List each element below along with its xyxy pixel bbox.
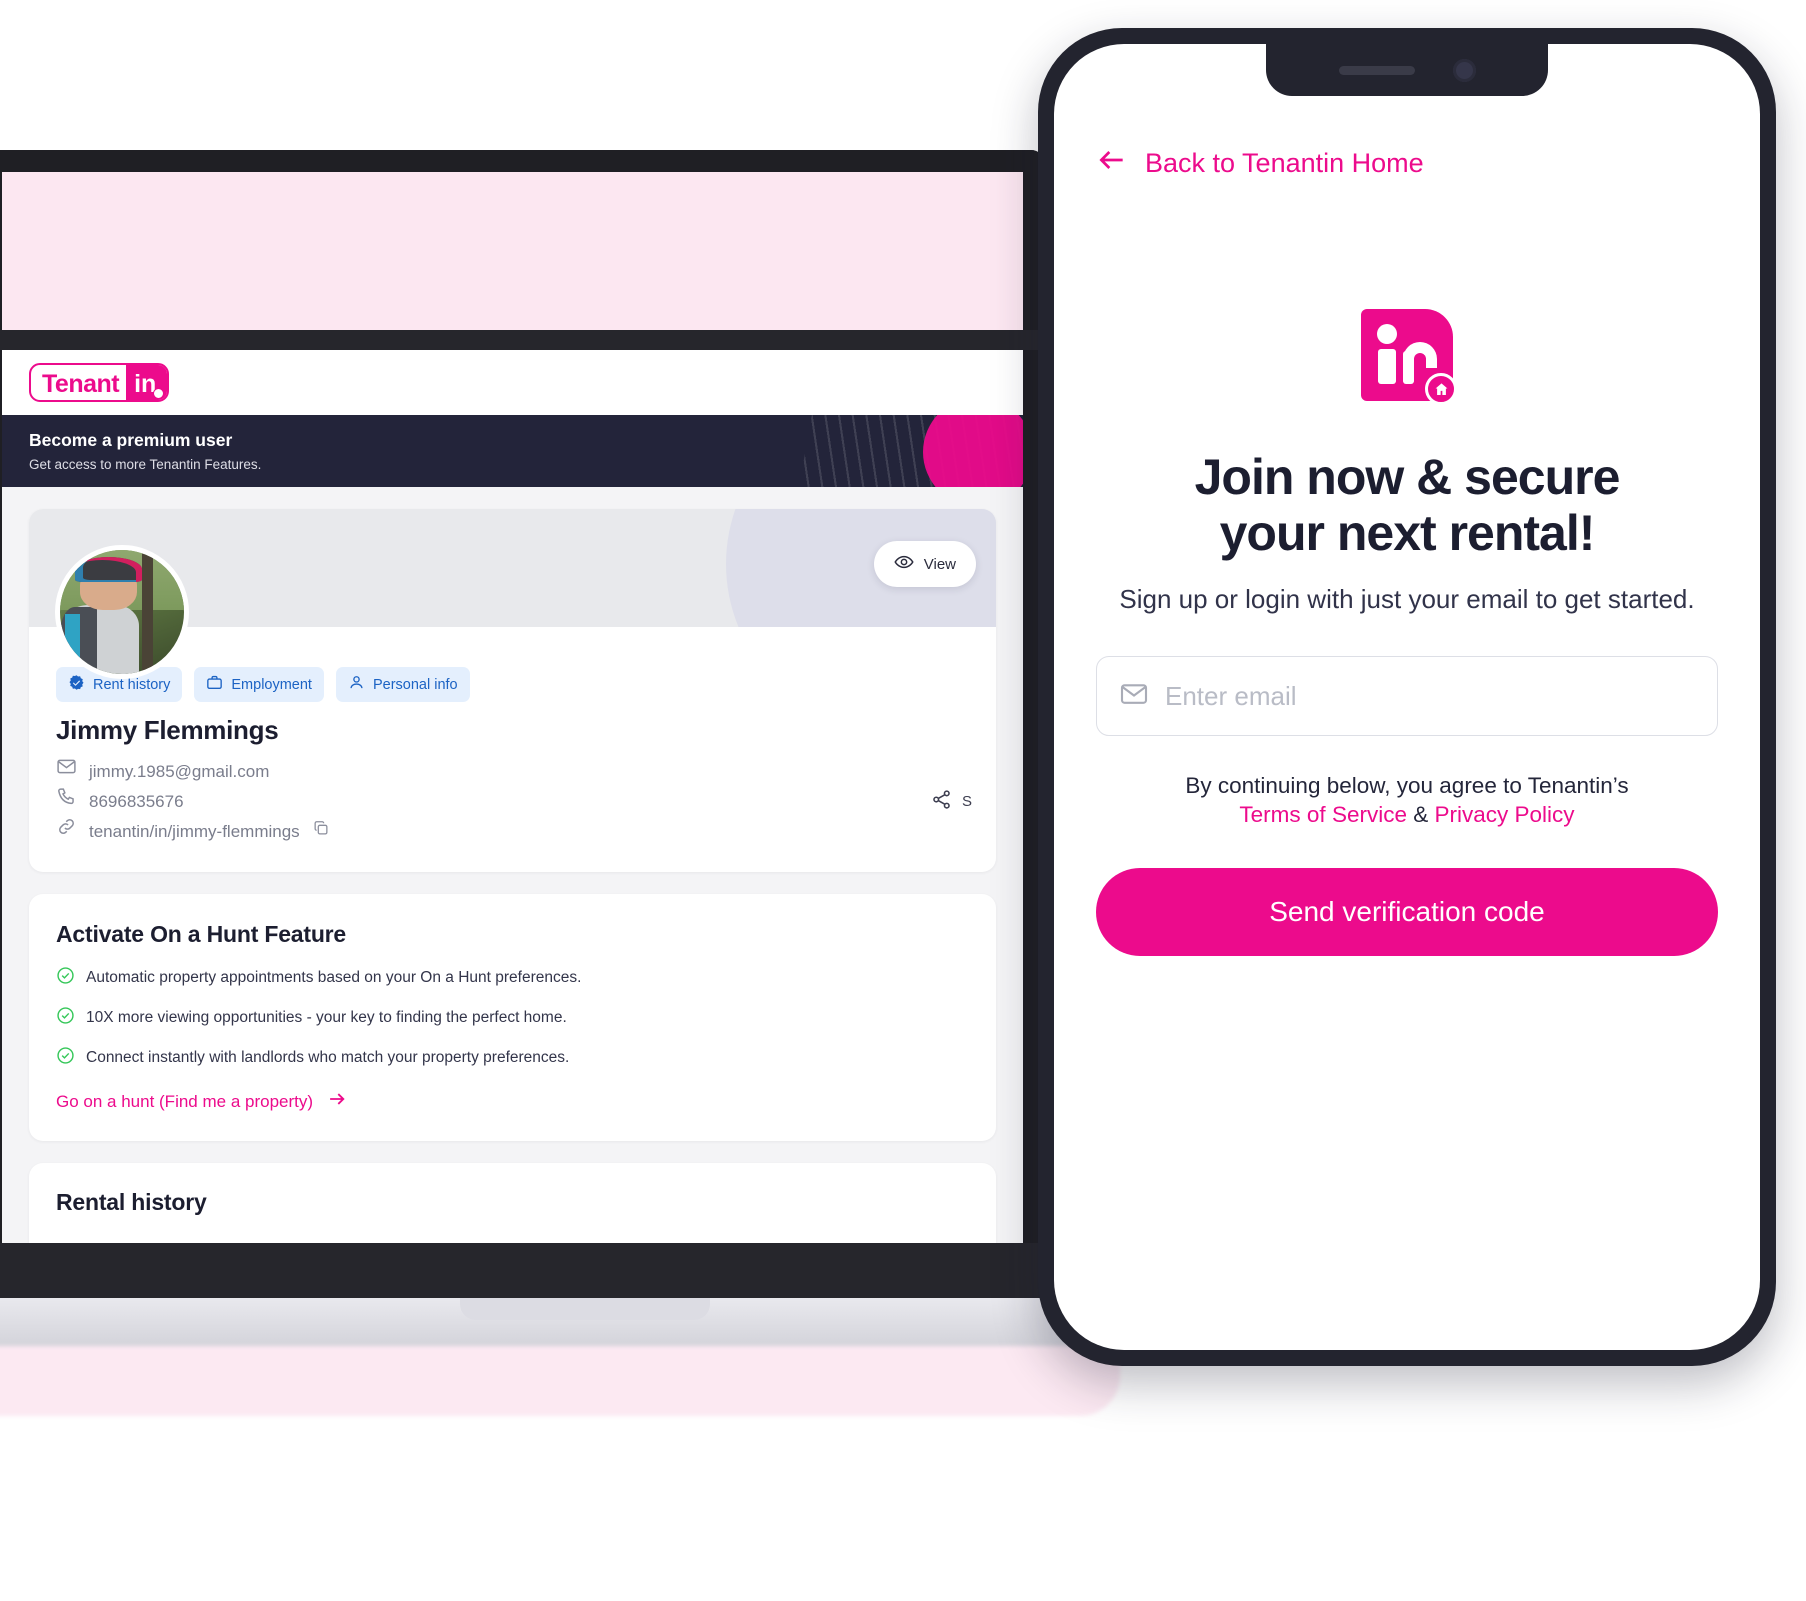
person-icon xyxy=(348,674,365,695)
profile-link: tenantin/in/jimmy-flemmings xyxy=(89,821,300,841)
email-field-wrapper[interactable] xyxy=(1096,656,1718,737)
share-profile-button[interactable]: S xyxy=(931,789,972,814)
camera-icon xyxy=(1452,58,1476,82)
arrow-right-icon xyxy=(326,1088,348,1115)
mail-icon xyxy=(56,756,77,786)
laptop-shadow xyxy=(0,1346,1120,1416)
signup-subheadline: Sign up or login with just your email to… xyxy=(1119,584,1695,614)
arrow-left-icon xyxy=(1096,144,1128,183)
profile-card: View S Rent history Employment Personal … xyxy=(29,509,996,872)
link-icon xyxy=(56,816,77,846)
profile-info: Rent history Employment Personal info Ji… xyxy=(29,627,996,872)
rental-history-title: Rental history xyxy=(56,1189,207,1215)
laptop-base xyxy=(0,1243,1075,1301)
logo-i-dot xyxy=(1377,324,1397,344)
go-on-a-hunt-link[interactable]: Go on a hunt (Find me a property) xyxy=(56,1088,969,1115)
profile-phone-row: 8696835676 xyxy=(56,786,969,816)
profile-chips: Rent history Employment Personal info xyxy=(56,667,969,702)
laptop-trackpad-notch xyxy=(460,1298,710,1320)
hunt-benefit-label: Automatic property appointments based on… xyxy=(86,969,582,986)
chip-personal-info[interactable]: Personal info xyxy=(335,667,470,702)
phone-icon xyxy=(56,786,77,816)
copy-icon[interactable] xyxy=(312,817,330,846)
go-on-a-hunt-label: Go on a hunt (Find me a property) xyxy=(56,1091,314,1111)
terms-separator: & xyxy=(1413,802,1429,828)
terms-prefix: By continuing below, you agree to Tenant… xyxy=(1185,773,1629,799)
laptop-mockup: Tenant in Become a premium user Get acce… xyxy=(0,150,1120,1420)
hunt-benefit-item: Automatic property appointments based on… xyxy=(56,966,969,990)
avatar-cap xyxy=(74,557,142,583)
hunt-benefit-item: Connect instantly with landlords who mat… xyxy=(56,1046,969,1070)
share-icon xyxy=(931,789,952,814)
logo-wordmark: Tenant xyxy=(42,370,120,398)
view-profile-button[interactable]: View xyxy=(873,541,976,587)
share-profile-label: S xyxy=(961,793,972,810)
hunt-benefit-item: 10X more viewing opportunities - your ke… xyxy=(56,1006,969,1030)
check-circle-icon xyxy=(56,966,75,990)
headline-line-2: your next rental! xyxy=(1219,505,1596,561)
hunt-title: Activate On a Hunt Feature xyxy=(56,921,347,947)
avatar-pole xyxy=(141,550,153,674)
mail-icon xyxy=(1119,679,1149,714)
eye-icon xyxy=(894,552,914,576)
verified-badge-icon xyxy=(68,674,85,695)
headline-line-1: Join now & secure xyxy=(1194,449,1621,505)
logo-registered-icon xyxy=(153,388,165,399)
banner-circle-decoration xyxy=(923,415,1023,487)
app-body: View S Rent history Employment Personal … xyxy=(2,487,1023,1245)
check-circle-icon xyxy=(56,1046,75,1070)
briefcase-icon xyxy=(206,674,223,695)
hunt-benefit-label: Connect instantly with landlords who mat… xyxy=(86,1049,570,1066)
phone-mockup: Back to Tenantin Home Join now & secure xyxy=(1038,28,1776,1366)
signup-headline: Join now & secure your next rental! xyxy=(1096,449,1718,561)
chip-label: Personal info xyxy=(372,676,458,693)
laptop-screen: Tenant in Become a premium user Get acce… xyxy=(0,350,1045,1245)
tenantin-app-logo-icon xyxy=(1361,309,1457,405)
avatar xyxy=(55,545,189,679)
logo-i-stem xyxy=(1378,349,1396,384)
send-verification-code-button[interactable]: Send verification code xyxy=(1096,867,1718,956)
home-badge-icon xyxy=(1425,373,1457,405)
avatar-scarf xyxy=(64,614,80,674)
phone-notch xyxy=(1266,44,1548,96)
screenshot-stage: Tenant in Become a premium user Get acce… xyxy=(0,0,1806,1601)
profile-email-row: jimmy.1985@gmail.com xyxy=(56,756,969,786)
profile-name: Jimmy Flemmings xyxy=(56,715,279,745)
terms-notice: By continuing below, you agree to Tenant… xyxy=(1096,772,1718,830)
terms-of-service-link[interactable]: Terms of Service xyxy=(1239,802,1407,827)
speaker-icon xyxy=(1338,65,1415,75)
check-circle-icon xyxy=(56,1006,75,1030)
tenantin-logo[interactable]: Tenant in xyxy=(29,363,170,402)
chip-employment[interactable]: Employment xyxy=(194,667,324,702)
rental-history-card: Rental history xyxy=(29,1163,996,1245)
hunt-feature-card: Activate On a Hunt Feature Automatic pro… xyxy=(29,894,996,1141)
profile-phone: 8696835676 xyxy=(89,791,184,811)
view-profile-label: View xyxy=(923,555,956,573)
email-input[interactable] xyxy=(1165,680,1695,712)
hunt-benefit-label: 10X more viewing opportunities - your ke… xyxy=(86,1009,567,1026)
chip-label: Rent history xyxy=(93,676,171,693)
app-topbar: Tenant in xyxy=(2,350,1023,415)
chip-label: Employment xyxy=(231,676,312,693)
signup-panel: Join now & secure your next rental! Sign… xyxy=(1054,309,1760,956)
profile-link-row: tenantin/in/jimmy-flemmings xyxy=(56,816,969,846)
profile-email: jimmy.1985@gmail.com xyxy=(89,761,270,781)
privacy-policy-link[interactable]: Privacy Policy xyxy=(1435,802,1575,827)
back-to-home-label: Back to Tenantin Home xyxy=(1145,148,1424,178)
premium-banner[interactable]: Become a premium user Get access to more… xyxy=(2,415,1023,487)
phone-screen: Back to Tenantin Home Join now & secure xyxy=(1054,44,1760,1350)
logo-in-mark: in xyxy=(126,365,168,400)
